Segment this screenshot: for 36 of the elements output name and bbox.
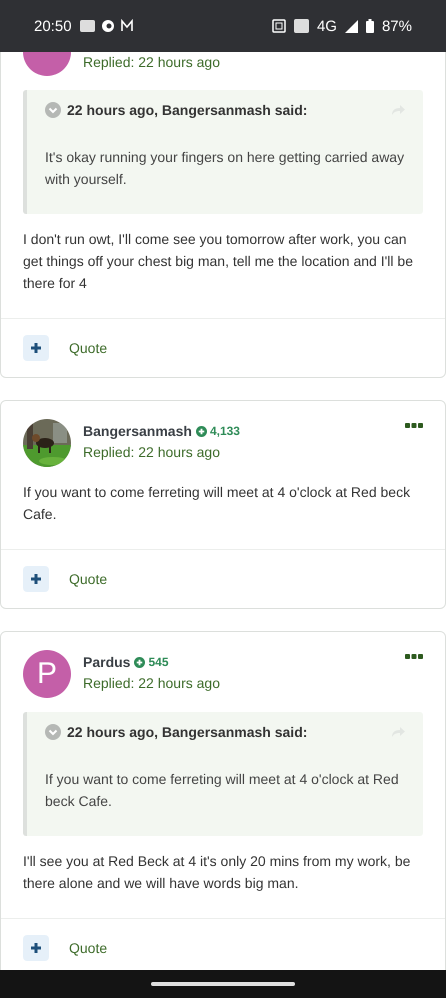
quote-button[interactable]: Quote: [69, 571, 108, 587]
post-text: I don't run owt, I'll come see you tomorrow after work, you can get things off your chest big man, tell me the location and I'll be there for 4: [22, 230, 414, 293]
quote-header: 22 hours ago, Bangersanmash said:: [67, 102, 308, 118]
expand-button[interactable]: [23, 935, 49, 961]
author-name[interactable]: Bangersanmash: [83, 423, 192, 439]
more-icon[interactable]: [405, 423, 423, 429]
battery-icon: [366, 19, 374, 33]
reputation-count: 545: [148, 655, 168, 669]
author-name[interactable]: Pardus: [83, 654, 130, 670]
reply-time: Replied: 22 hours ago: [83, 54, 221, 70]
plus-circle-icon: [134, 656, 146, 668]
network-type: 4G: [316, 18, 337, 34]
quote-text: It's okay running your fingers on here getting carried away with yourself.: [45, 148, 405, 189]
more-icon[interactable]: [405, 654, 423, 660]
signal-icon: [344, 20, 358, 32]
nfc-icon: [272, 19, 286, 33]
avatar[interactable]: P: [23, 650, 71, 698]
plus-icon: [30, 942, 42, 954]
quote-button[interactable]: Quote: [69, 940, 108, 956]
quote-header: 22 hours ago, Bangersanmash said:: [67, 724, 308, 740]
expand-button[interactable]: [23, 566, 49, 592]
post-text: If you want to come ferreting will meet at 4 o'clock at Red beck Cafe.: [22, 483, 412, 524]
quote-text: If you want to come ferreting will meet at 4 o'clock at Red beck Cafe.: [45, 770, 400, 811]
reply-time: Replied: 22 hours ago: [83, 675, 221, 691]
quote-button[interactable]: Quote: [69, 340, 108, 356]
plus-icon: [30, 573, 42, 585]
battery-level: 87%: [382, 18, 412, 34]
reputation-count: 4,133: [210, 424, 240, 438]
collapse-icon[interactable]: [45, 102, 61, 118]
plus-icon: [30, 342, 42, 354]
expand-button[interactable]: [23, 335, 49, 361]
clock: 20:50: [34, 18, 72, 34]
reply-time: Replied: 22 hours ago: [83, 444, 221, 460]
collapse-icon[interactable]: [45, 724, 61, 740]
post-text: I'll see you at Red Beck at 4 it's only 20 mins from my work, be there alone and we will have words big man.: [22, 852, 412, 893]
plus-circle-icon: [196, 426, 207, 436]
